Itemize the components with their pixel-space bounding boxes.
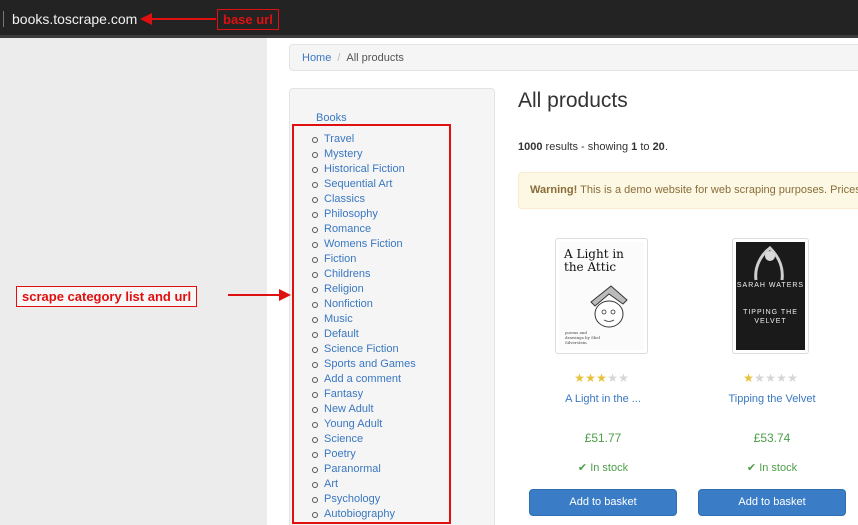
stock-text: In stock <box>590 462 629 474</box>
product-thumbnail[interactable]: SARAH WATERS TIPPING THE VELVET <box>732 238 809 354</box>
results-total: 1000 <box>518 141 543 153</box>
browser-address-bar: books.toscrape.com <box>0 0 858 38</box>
warning-label: Warning! <box>530 184 578 196</box>
warning-text: This is a demo website for web scraping … <box>577 184 858 196</box>
product-thumbnail[interactable]: A Light in the Attic poems and drawings … <box>555 238 648 354</box>
breadcrumb: Home / All products <box>289 44 858 71</box>
star-icon: ★ <box>765 371 776 385</box>
results-to-word: to <box>637 141 653 153</box>
results-summary: 1000 results - showing 1 to 20. <box>518 141 668 153</box>
cover-subtitle: poems and drawings by Shel Silverstein <box>565 330 601 345</box>
star-rating: ★★★★★ <box>574 372 629 384</box>
star-rating: ★★★★★ <box>743 372 798 384</box>
check-icon: ✔ <box>577 462 588 474</box>
results-to: 20 <box>652 141 665 153</box>
product-card: A Light in the Attic poems and drawings … <box>529 238 677 518</box>
cover-illustration <box>754 246 784 281</box>
add-to-basket-button[interactable]: Add to basket <box>529 489 677 516</box>
product-card: SARAH WATERS TIPPING THE VELVET ★★★★★ Ti… <box>698 238 846 518</box>
check-icon: ✔ <box>746 462 757 474</box>
product-price: £53.74 <box>753 431 791 445</box>
star-icon: ★ <box>776 371 787 385</box>
cover-title: TIPPING THE VELVET <box>743 309 798 325</box>
address-url[interactable]: books.toscrape.com <box>12 11 137 27</box>
star-icon: ★ <box>596 371 607 385</box>
breadcrumb-current: All products <box>346 52 404 64</box>
star-icon: ★ <box>787 371 798 385</box>
category-highlight-box <box>292 124 451 524</box>
stock-text: In stock <box>759 462 798 474</box>
star-icon: ★ <box>585 371 596 385</box>
book-cover-image: A Light in the Attic poems and drawings … <box>559 242 644 350</box>
star-icon: ★ <box>607 371 618 385</box>
stock-status: ✔ In stock <box>529 461 677 474</box>
book-cover-image: SARAH WATERS TIPPING THE VELVET <box>736 242 805 350</box>
sidebar-books-link[interactable]: Books <box>316 112 347 124</box>
cover-author: SARAH WATERS <box>736 282 805 289</box>
page-title: All products <box>518 89 628 112</box>
category-annotation: scrape category list and url <box>16 286 198 307</box>
product-price: £51.77 <box>584 431 622 445</box>
star-icon: ★ <box>618 371 629 385</box>
stock-status: ✔ In stock <box>698 461 846 474</box>
address-bar-divider <box>3 11 4 27</box>
product-title-link[interactable]: Tipping the Velvet <box>698 393 846 405</box>
warning-alert: Warning! This is a demo website for web … <box>518 172 858 209</box>
results-text: results - showing <box>542 141 632 153</box>
cover-title: A Light in the Attic <box>564 247 624 274</box>
breadcrumb-separator: / <box>337 52 341 64</box>
star-icon: ★ <box>743 371 754 385</box>
star-icon: ★ <box>754 371 765 385</box>
product-title-link[interactable]: A Light in the ... <box>529 393 677 405</box>
base-url-annotation: base url <box>217 9 279 30</box>
add-to-basket-button[interactable]: Add to basket <box>698 489 846 516</box>
cover-illustration <box>590 285 628 328</box>
results-end: . <box>664 141 668 153</box>
star-icon: ★ <box>574 371 585 385</box>
breadcrumb-home-link[interactable]: Home <box>302 52 331 64</box>
